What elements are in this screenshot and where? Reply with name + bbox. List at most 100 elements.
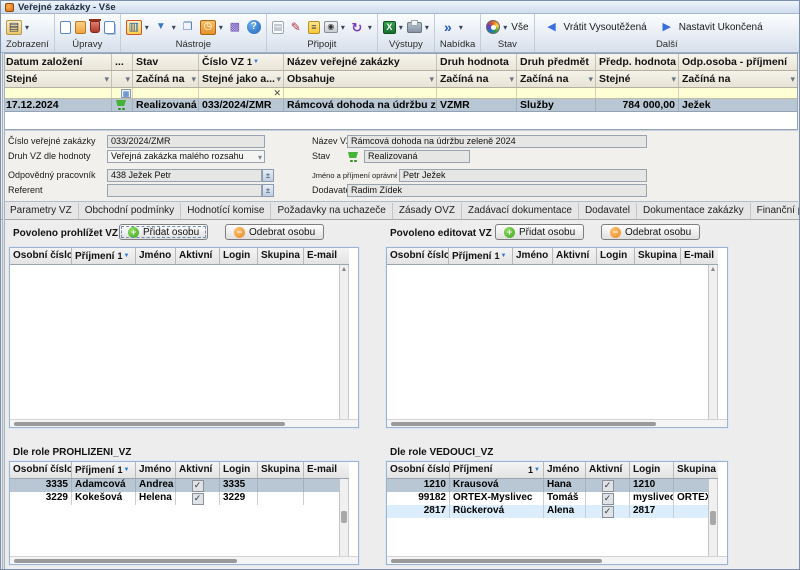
merge-icon[interactable]: [180, 20, 196, 35]
col-header-odp-osoba[interactable]: Odp.osoba - příjmení: [679, 54, 797, 70]
left-splitter[interactable]: [2, 53, 5, 569]
grid-lookup-icon[interactable]: [121, 89, 131, 98]
referent-field[interactable]: [107, 184, 262, 197]
horizontal-scrollbar[interactable]: [387, 419, 727, 427]
remove-person-edit-button[interactable]: Odebrat osobu: [601, 224, 700, 240]
col-header-predp-hodnota[interactable]: Předp. hodnota: [596, 54, 679, 70]
column-filter-icon[interactable]: [126, 20, 142, 35]
filter-input-odp-osoba[interactable]: [679, 88, 797, 98]
chevron-down-icon[interactable]: ▾: [399, 23, 403, 32]
add-person-view-button[interactable]: Přidat osobu: [119, 224, 208, 240]
chevron-down-icon[interactable]: ▾: [25, 23, 29, 32]
help-icon[interactable]: [247, 20, 261, 34]
chevron-down-icon[interactable]: ▾: [459, 23, 463, 32]
menu-arrows-icon[interactable]: [440, 20, 456, 35]
status-field[interactable]: Realizovaná: [364, 150, 470, 163]
contract-row[interactable]: 17.12.2024 Realizovaná 033/2024/ZMR Rámc…: [3, 99, 797, 112]
col-header-stav[interactable]: Stav: [133, 54, 199, 70]
excel-icon[interactable]: [383, 21, 396, 34]
camera-icon[interactable]: [324, 21, 338, 33]
col-header-icon[interactable]: ...: [112, 54, 133, 70]
scrollbar-thumb[interactable]: [14, 422, 285, 426]
filter-combo-odp-osoba[interactable]: Začíná na: [679, 71, 797, 87]
chevron-down-icon[interactable]: ▾: [503, 23, 507, 32]
tab-pozadavky-na-uchazece[interactable]: Požadavky na uchazeče: [271, 203, 392, 219]
delete-icon[interactable]: [90, 21, 100, 33]
tab-hodnotici-komise[interactable]: Hodnotící komise: [181, 203, 271, 219]
active-checkbox[interactable]: [602, 506, 614, 518]
col-header-druh-predmet[interactable]: Druh předmět: [517, 54, 596, 70]
table-row[interactable]: 1210 Krausová Hana 1210: [387, 479, 717, 492]
horizontal-scrollbar[interactable]: [387, 556, 727, 564]
authorized-person-field[interactable]: Petr Ježek: [399, 169, 647, 182]
filter-combo-icon[interactable]: [112, 71, 133, 87]
set-finished-button[interactable]: Nastavit Ukončená: [655, 20, 767, 35]
horizontal-scrollbar[interactable]: [10, 419, 358, 427]
filter-input-icon[interactable]: [112, 88, 133, 98]
tab-dodavatel[interactable]: Dodavatel: [579, 203, 637, 219]
contract-number-field[interactable]: 033/2024/ZMR: [107, 135, 265, 148]
chevron-down-icon[interactable]: ▾: [172, 23, 176, 32]
tab-dokumentace-zakazky[interactable]: Dokumentace zakázky: [637, 203, 751, 219]
active-checkbox[interactable]: [602, 493, 614, 505]
list-icon[interactable]: [308, 21, 320, 34]
filter-combo-datum[interactable]: Stejné: [3, 71, 112, 87]
chevron-down-icon[interactable]: ▾: [425, 23, 429, 32]
print-icon[interactable]: [407, 22, 422, 33]
filter-combo-cislo[interactable]: Stejné jako a...: [199, 71, 284, 87]
filter-combo-druh-predmet[interactable]: Začíná na: [517, 71, 596, 87]
chevron-down-icon[interactable]: ▾: [219, 23, 223, 32]
remove-person-view-button[interactable]: Odebrat osobu: [225, 224, 324, 240]
filter-input-predp-hodnota[interactable]: [596, 88, 679, 98]
tab-parametry-vz[interactable]: Parametry VZ: [4, 203, 79, 219]
filter-combo-stav[interactable]: Začíná na: [133, 71, 199, 87]
status-icon[interactable]: [486, 20, 500, 34]
col-header-druh-hodnota[interactable]: Druh hodnota: [437, 54, 517, 70]
filter-combo-nazev[interactable]: Obsahuje: [284, 71, 437, 87]
view-icon[interactable]: [6, 20, 22, 35]
lookup-button[interactable]: [262, 169, 274, 182]
table-row[interactable]: 3229 Kokešová Helena 3229: [10, 492, 348, 505]
scrollbar-thumb[interactable]: [391, 422, 656, 426]
filter-icon[interactable]: [153, 20, 169, 35]
note-icon[interactable]: [272, 21, 284, 34]
active-checkbox[interactable]: [192, 493, 204, 505]
history-icon[interactable]: [200, 20, 216, 35]
filter-input-druh-predmet[interactable]: [517, 88, 596, 98]
filter-input-datum[interactable]: [3, 88, 112, 98]
contract-name-field[interactable]: Rámcová dohoda na údržbu zeleně 2024: [347, 135, 647, 148]
stats-icon[interactable]: [227, 20, 243, 35]
scrollbar-thumb[interactable]: [710, 511, 716, 525]
filter-input-nazev[interactable]: [284, 88, 437, 98]
add-person-edit-button[interactable]: Přidat osobu: [495, 224, 584, 240]
scroll-up-icon[interactable]: ▲: [709, 266, 717, 273]
filter-input-cislo[interactable]: [199, 88, 284, 98]
scroll-up-icon[interactable]: ▲: [340, 266, 348, 273]
return-awarded-button[interactable]: Vrátit Vysoutěžená: [540, 20, 651, 35]
filter-input-stav[interactable]: [133, 88, 199, 98]
pen-icon[interactable]: [288, 20, 304, 35]
copy-doc-icon[interactable]: [104, 21, 115, 34]
supplier-field[interactable]: Radim Zídek: [347, 184, 647, 197]
vertical-scrollbar[interactable]: [339, 479, 348, 556]
horizontal-scrollbar[interactable]: [10, 556, 358, 564]
responsible-worker-field[interactable]: 438 Ježek Petr: [107, 169, 262, 182]
filter-combo-predp-hodnota[interactable]: Stejné: [596, 71, 679, 87]
refresh-icon[interactable]: [349, 20, 365, 35]
chevron-down-icon[interactable]: ▾: [341, 23, 345, 32]
clear-filter-icon[interactable]: [273, 88, 281, 98]
scrollbar-thumb[interactable]: [341, 511, 347, 523]
active-checkbox[interactable]: [192, 480, 204, 492]
active-checkbox[interactable]: [602, 480, 614, 492]
scrollbar-thumb[interactable]: [391, 559, 602, 563]
filter-combo-druh-hodnota[interactable]: Začíná na: [437, 71, 517, 87]
filter-input-druh-hodnota[interactable]: [437, 88, 517, 98]
new-doc-icon[interactable]: [60, 21, 71, 34]
chevron-down-icon[interactable]: ▾: [368, 23, 372, 32]
contract-type-combo[interactable]: Veřejná zakázka malého rozsahu: [107, 150, 265, 163]
edit-doc-icon[interactable]: [75, 21, 86, 34]
table-row[interactable]: 2817 Rückerová Alena 2817: [387, 505, 717, 518]
col-header-datum[interactable]: Datum založení: [3, 54, 112, 70]
vertical-scrollbar[interactable]: ▲: [339, 265, 348, 419]
col-header-nazev[interactable]: Název veřejné zakázky: [284, 54, 437, 70]
